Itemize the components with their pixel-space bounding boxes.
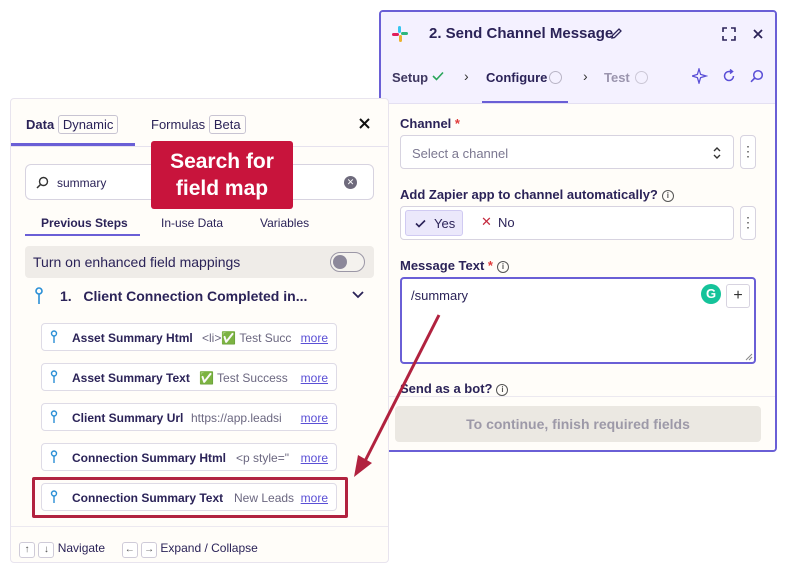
field-pin-icon xyxy=(50,450,58,463)
active-subtab-underline xyxy=(25,234,140,236)
enhanced-mapping-row: Turn on enhanced field mappings xyxy=(25,246,374,278)
highlight-box xyxy=(32,477,348,518)
field-value: https://app.leadsi xyxy=(191,411,282,425)
check-icon xyxy=(432,71,444,81)
step-title: 2. Send Channel Message xyxy=(429,25,614,42)
divider xyxy=(11,526,388,527)
subtab-variables[interactable]: Variables xyxy=(260,216,309,230)
refresh-icon[interactable] xyxy=(722,69,736,83)
field-value: <li>✅ Test Succ xyxy=(202,331,292,345)
arrow-left-key: ← xyxy=(121,542,138,558)
field-name: Asset Summary Html xyxy=(72,331,193,345)
step-pin-icon xyxy=(35,287,43,304)
add-app-options-icon[interactable]: ⋮ xyxy=(740,206,756,240)
field-pin-icon xyxy=(50,370,58,383)
tab-formulas[interactable]: Formulas Beta xyxy=(151,115,246,134)
chevron-right-icon: › xyxy=(583,68,588,84)
slack-icon xyxy=(392,26,408,42)
field-name: Asset Summary Text xyxy=(72,371,190,385)
select-arrows-icon xyxy=(713,147,721,159)
yes-option[interactable]: Yes xyxy=(405,210,463,236)
dynamic-badge: Dynamic xyxy=(57,115,119,134)
no-label: No xyxy=(498,215,515,230)
navigate-label: Navigate xyxy=(57,541,106,555)
chevron-down-icon[interactable] xyxy=(352,291,364,299)
more-link[interactable]: more xyxy=(298,331,328,345)
close-icon[interactable] xyxy=(359,118,370,129)
tab-setup[interactable]: Setup xyxy=(392,70,428,85)
beta-badge: Beta xyxy=(208,115,246,134)
more-link[interactable]: more xyxy=(298,371,328,385)
step-tabs: Setup › Configure › Test xyxy=(381,56,775,104)
step-header: 2. Send Channel Message xyxy=(381,12,775,56)
subtab-in-use-data[interactable]: In-use Data xyxy=(161,216,223,230)
no-option[interactable]: ✕ No xyxy=(473,210,523,236)
channel-label: Channel * xyxy=(400,116,460,131)
active-tab-underline xyxy=(482,101,568,103)
resize-handle-icon[interactable] xyxy=(745,353,753,361)
clock-icon xyxy=(635,71,648,84)
add-app-label: Add Zapier app to channel automatically?… xyxy=(400,187,674,202)
clear-search-icon[interactable]: ✕ xyxy=(344,176,357,189)
field-item[interactable]: Client Summary Url https://app.leadsi mo… xyxy=(41,403,337,431)
message-label: Message Text * i xyxy=(400,258,509,273)
tab-test[interactable]: Test xyxy=(604,70,630,85)
channel-options-icon[interactable]: ⋮ xyxy=(740,135,756,169)
x-icon: ✕ xyxy=(481,214,492,229)
field-name: Client Summary Url xyxy=(72,411,184,425)
message-value: /summary xyxy=(411,288,469,303)
ai-sparkle-icon[interactable] xyxy=(692,68,708,84)
field-name: Connection Summary Html xyxy=(72,451,227,465)
callout-line-2: field map xyxy=(175,177,269,200)
tab-configure[interactable]: Configure xyxy=(486,70,547,85)
chevron-right-icon: › xyxy=(464,68,469,84)
field-value: ✅ Test Success xyxy=(199,371,288,385)
search-icon xyxy=(36,176,49,189)
subtab-previous-steps[interactable]: Previous Steps xyxy=(41,216,128,230)
expand-collapse-label: Expand / Collapse xyxy=(160,541,258,555)
arrow-right-key: → xyxy=(141,542,158,558)
enhanced-mapping-label: Turn on enhanced field mappings xyxy=(33,254,241,270)
edit-pencil-icon[interactable] xyxy=(610,27,623,40)
field-value: <p style=" xyxy=(236,451,289,465)
info-icon: i xyxy=(661,189,674,202)
pointer-arrow xyxy=(354,314,441,477)
info-icon: i xyxy=(496,383,509,396)
close-icon[interactable] xyxy=(753,29,763,39)
arrow-down-key: ↓ xyxy=(38,542,55,558)
tab-data[interactable]: Data Dynamic xyxy=(26,115,119,134)
field-pin-icon xyxy=(50,330,58,343)
search-value: summary xyxy=(57,176,107,190)
step-group-header[interactable]: 1. Client Connection Completed in... xyxy=(60,288,307,304)
grammarly-icon[interactable]: G xyxy=(701,284,721,304)
check-icon xyxy=(415,219,426,228)
field-item[interactable]: Connection Summary Html <p style=" more xyxy=(41,443,337,471)
search-callout: Search for field map xyxy=(151,141,293,209)
message-text-input[interactable]: /summary G + xyxy=(400,277,756,364)
more-link[interactable]: more xyxy=(298,411,328,425)
yes-label: Yes xyxy=(434,216,456,231)
pending-circle-icon xyxy=(549,71,562,84)
field-pin-icon xyxy=(50,410,58,423)
keyboard-hints: ↑ ↓ Navigate ← → Expand / Collapse xyxy=(19,541,258,558)
add-app-toggle-group: Yes ✕ No xyxy=(400,206,734,240)
callout-line-1: Search for xyxy=(170,150,274,173)
enhanced-mapping-toggle[interactable] xyxy=(330,252,365,272)
channel-placeholder: Select a channel xyxy=(412,146,509,161)
insert-data-button[interactable]: + xyxy=(726,284,750,308)
info-icon: i xyxy=(496,260,509,273)
more-link[interactable]: more xyxy=(298,451,328,465)
search-icon[interactable] xyxy=(750,69,764,83)
field-item[interactable]: Asset Summary Text ✅ Test Success more xyxy=(41,363,337,391)
field-item[interactable]: Asset Summary Html <li>✅ Test Succ more xyxy=(41,323,337,351)
expand-icon[interactable] xyxy=(722,27,736,41)
arrow-up-key: ↑ xyxy=(19,542,35,558)
channel-select[interactable]: Select a channel xyxy=(400,135,734,169)
